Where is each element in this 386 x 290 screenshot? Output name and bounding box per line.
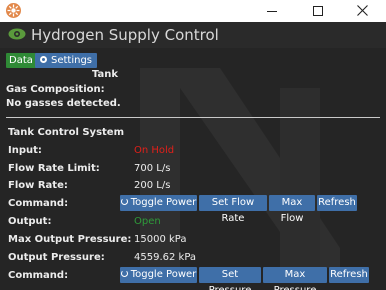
output-pressure-value: 4559.62 kPa (134, 252, 197, 263)
flow-rate-limit-value: 700 L/s (134, 163, 171, 174)
tank-section-title: Tank (92, 69, 119, 80)
output-command-label: Command: (8, 270, 69, 281)
close-icon (357, 5, 368, 16)
set-flow-rate-button[interactable]: Set Flow Rate (199, 195, 267, 224)
section-divider (6, 117, 380, 118)
minimize-button[interactable] (249, 0, 295, 22)
max-output-pressure-label: Max Output Pressure: (8, 234, 132, 245)
window-title: Hydrogen Supply Control (31, 26, 219, 44)
tab-settings-label: Settings (51, 55, 93, 66)
tab-data[interactable]: Data (6, 53, 36, 68)
app-header: Hydrogen Supply Control (0, 22, 386, 48)
output-toggle-power-label: Toggle Power (130, 269, 197, 280)
input-status-value: On Hold (134, 145, 175, 156)
minimize-icon (267, 11, 277, 12)
input-toggle-power-button[interactable]: Toggle Power (120, 195, 197, 211)
flow-rate-label: Flow Rate: (8, 180, 68, 191)
output-refresh-button[interactable]: Refresh (329, 267, 369, 283)
max-output-pressure-value: 15000 kPa (134, 234, 187, 245)
output-status-value: Open (134, 216, 161, 227)
app-window: Hydrogen Supply Control Data Settings Ta… (0, 0, 386, 290)
output-pressure-label: Output Pressure: (8, 252, 105, 263)
title-bar[interactable] (0, 0, 386, 22)
maximize-button[interactable] (295, 0, 341, 22)
max-flow-button[interactable]: Max Flow (269, 195, 315, 224)
control-section-title: Tank Control System (8, 127, 125, 138)
maximize-icon (313, 6, 323, 16)
output-toggle-power-button[interactable]: Toggle Power (120, 267, 197, 283)
tab-settings[interactable]: Settings (35, 53, 98, 68)
eye-icon (8, 28, 26, 40)
flow-rate-value: 200 L/s (134, 180, 171, 191)
max-pressure-button[interactable]: Max Pressure (263, 267, 327, 290)
input-label: Input: (8, 145, 42, 156)
app-logo-icon (6, 3, 21, 18)
power-cycle-icon (120, 270, 128, 277)
input-toggle-power-label: Toggle Power (130, 197, 197, 208)
gas-composition-value: No gasses detected. (6, 98, 121, 109)
input-refresh-button[interactable]: Refresh (317, 195, 357, 211)
gear-icon (40, 56, 47, 63)
close-button[interactable] (340, 0, 386, 22)
power-cycle-icon (120, 198, 128, 205)
flow-rate-limit-label: Flow Rate Limit: (8, 163, 100, 174)
output-label: Output: (8, 216, 52, 227)
gas-composition-label: Gas Composition: (6, 84, 105, 95)
set-pressure-button[interactable]: Set Pressure (199, 267, 261, 290)
input-command-label: Command: (8, 198, 69, 209)
